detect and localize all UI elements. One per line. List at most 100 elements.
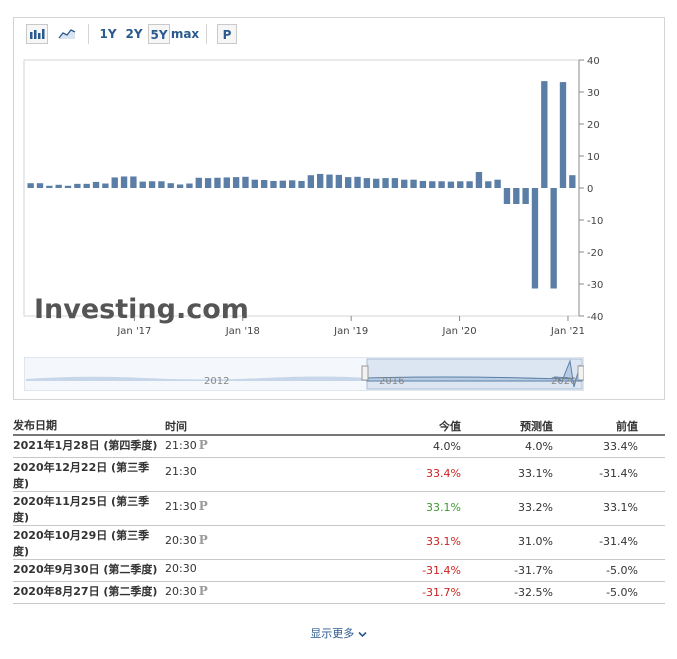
bar bbox=[531, 188, 539, 289]
bar bbox=[214, 177, 221, 188]
preliminary-button[interactable]: P bbox=[217, 24, 237, 44]
bar bbox=[83, 183, 90, 188]
header-forecast[interactable]: 预测值 bbox=[520, 418, 553, 434]
bar bbox=[288, 180, 296, 188]
row-forecast: 33.1% bbox=[518, 467, 553, 480]
preliminary-icon: P bbox=[198, 533, 208, 547]
bar bbox=[111, 177, 118, 188]
bar bbox=[447, 181, 455, 188]
toolbar-divider bbox=[88, 24, 89, 44]
bar-chart-icon[interactable] bbox=[26, 24, 48, 44]
y-tick-label: 30 bbox=[587, 88, 600, 99]
x-tick-label: Jan '17 bbox=[116, 326, 151, 337]
range-navigator[interactable]: 2012 2016 2020 bbox=[24, 357, 584, 391]
bar bbox=[317, 173, 324, 188]
row-date: 2020年11月25日 (第三季 度) bbox=[13, 495, 150, 524]
header-previous[interactable]: 前值 bbox=[616, 418, 638, 434]
navigator-handle-right bbox=[577, 365, 584, 381]
row-actual: 33.1% bbox=[426, 501, 461, 514]
bar bbox=[148, 181, 156, 188]
period-2y-button[interactable]: 2Y bbox=[123, 24, 145, 44]
bar bbox=[279, 180, 286, 188]
x-tick-label: Jan '20 bbox=[442, 326, 477, 337]
bar bbox=[466, 181, 473, 188]
bar bbox=[569, 175, 576, 188]
x-tick-label: Jan '21 bbox=[550, 326, 585, 337]
navigator-handle-left bbox=[361, 365, 369, 381]
bar bbox=[186, 183, 193, 188]
bar bbox=[158, 181, 165, 188]
row-actual: 4.0% bbox=[433, 440, 461, 453]
table-row: 2020年12月22日 (第三季 度) 21:30 33.4% 33.1% -31… bbox=[13, 458, 665, 492]
bar bbox=[204, 178, 212, 188]
table-row: 2021年1月28日 (第四季度) 21:30 P 4.0% 4.0% 33.4% bbox=[13, 436, 665, 458]
bar bbox=[363, 178, 371, 188]
bar bbox=[242, 176, 249, 188]
bar bbox=[382, 178, 389, 188]
show-more-link[interactable]: 显示更多 bbox=[0, 625, 677, 641]
row-forecast: 33.2% bbox=[518, 501, 553, 514]
bar bbox=[27, 183, 34, 188]
row-forecast: 31.0% bbox=[518, 535, 553, 548]
bar bbox=[326, 174, 333, 188]
bar bbox=[354, 176, 361, 188]
navigator-label: 2012 bbox=[204, 376, 229, 387]
row-time: 21:30 bbox=[165, 465, 197, 478]
bar bbox=[419, 180, 427, 188]
header-actual[interactable]: 今值 bbox=[439, 418, 461, 434]
row-actual: -31.7% bbox=[422, 586, 461, 599]
row-actual: 33.4% bbox=[426, 467, 461, 480]
toolbar-divider bbox=[206, 24, 207, 44]
period-5y-button[interactable]: 5Y bbox=[148, 24, 170, 44]
bar bbox=[46, 185, 53, 188]
period-max-button[interactable]: max bbox=[170, 24, 200, 44]
row-previous: -31.4% bbox=[599, 467, 638, 480]
bar bbox=[503, 188, 511, 204]
row-actual: 33.1% bbox=[426, 535, 461, 548]
bar bbox=[251, 179, 258, 188]
row-date: 2020年9月30日 (第二季度) bbox=[13, 563, 158, 576]
bar bbox=[102, 183, 109, 188]
row-previous: -5.0% bbox=[606, 586, 638, 599]
investing-watermark: Investing.com bbox=[34, 294, 249, 325]
area-chart-icon[interactable] bbox=[56, 24, 78, 44]
bar bbox=[64, 185, 72, 188]
row-previous: -5.0% bbox=[606, 564, 638, 577]
bar bbox=[195, 177, 202, 188]
row-actual: -31.4% bbox=[422, 564, 461, 577]
bar bbox=[55, 184, 62, 188]
table-row: 2020年8月27日 (第二季度) 20:30 P -31.7% -32.5% -… bbox=[13, 582, 665, 604]
table-row: 2020年9月30日 (第二季度) 20:30 -31.4% -31.7% -5… bbox=[13, 560, 665, 582]
y-tick-label: -10 bbox=[587, 216, 603, 227]
bar bbox=[485, 181, 492, 188]
y-tick-label: -40 bbox=[587, 312, 603, 323]
y-tick-label: -20 bbox=[587, 248, 603, 259]
bar bbox=[494, 179, 501, 188]
bar bbox=[260, 180, 268, 188]
table-header: 发布日期 时间 今值 预测值 前值 bbox=[13, 414, 665, 436]
row-previous: 33.1% bbox=[603, 501, 638, 514]
row-previous: 33.4% bbox=[603, 440, 638, 453]
bar bbox=[475, 172, 483, 188]
y-tick-label: 40 bbox=[587, 56, 600, 67]
header-time[interactable]: 时间 bbox=[165, 418, 187, 434]
row-forecast: -31.7% bbox=[514, 564, 553, 577]
bar bbox=[410, 179, 417, 188]
header-date[interactable]: 发布日期 bbox=[13, 418, 161, 434]
bar bbox=[513, 188, 520, 204]
show-more-label: 显示更多 bbox=[310, 627, 355, 640]
bar bbox=[345, 177, 352, 188]
bar bbox=[401, 179, 408, 188]
row-time: 21:30 P bbox=[165, 438, 208, 452]
row-date: 2020年10月29日 (第三季 度) bbox=[13, 529, 150, 558]
bar bbox=[270, 180, 277, 188]
bar bbox=[429, 181, 436, 188]
row-forecast: -32.5% bbox=[514, 586, 553, 599]
period-1y-button[interactable]: 1Y bbox=[98, 24, 118, 44]
bar bbox=[223, 177, 230, 188]
bar bbox=[36, 183, 44, 188]
row-time: 21:30 P bbox=[165, 499, 208, 513]
chart-panel: 1Y 2Y 5Y max P Investing.com 40 30 20 10 0 -1… bbox=[13, 17, 665, 400]
bar bbox=[541, 81, 548, 188]
bar bbox=[232, 177, 240, 188]
